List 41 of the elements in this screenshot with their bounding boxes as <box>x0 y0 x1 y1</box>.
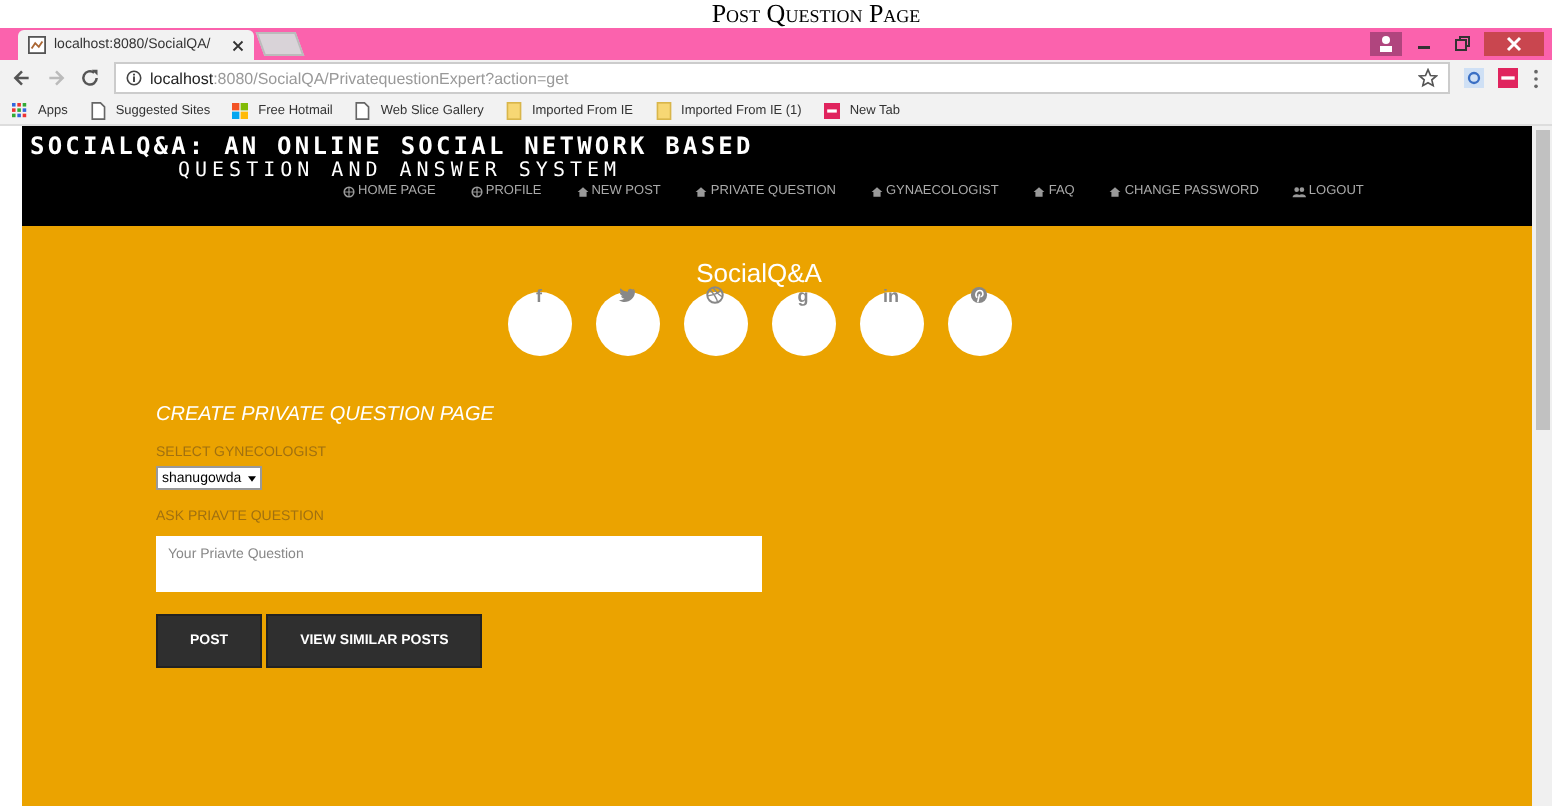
extension-icon[interactable] <box>1464 68 1484 88</box>
home-icon <box>1032 185 1047 197</box>
folder-icon <box>505 101 522 119</box>
apps-grid-icon <box>12 101 28 119</box>
page-icon <box>89 101 106 119</box>
globe-icon <box>469 185 484 197</box>
new-tab-icon <box>823 101 840 119</box>
menu-icon[interactable] <box>1532 67 1540 89</box>
site-title: SOCIALQ&A: AN ONLINE SOCIAL NETWORK BASED <box>30 134 756 160</box>
page-icon <box>354 101 371 119</box>
page-caption: Post Question Page <box>709 0 921 28</box>
home-icon <box>575 185 590 197</box>
social-link[interactable]: f <box>507 292 571 356</box>
social-link[interactable] <box>947 292 1011 356</box>
close-icon[interactable] <box>232 39 244 51</box>
star-icon[interactable] <box>1418 68 1438 88</box>
info-icon <box>126 70 142 86</box>
home-icon <box>869 185 884 197</box>
back-icon[interactable] <box>12 68 32 88</box>
reload-icon[interactable] <box>80 68 100 88</box>
site-subtitle: QUESTION AND ANSWER SYSTEM <box>178 160 622 182</box>
home-icon <box>1108 185 1123 197</box>
scrollbar[interactable] <box>1532 126 1552 806</box>
dribbble-ball-icon <box>706 286 724 304</box>
caret-icon <box>247 475 256 481</box>
bird-icon <box>618 286 636 304</box>
windows-logo-icon <box>232 101 249 119</box>
folder-icon <box>655 101 672 119</box>
social-link[interactable]: in <box>859 292 923 356</box>
form-heading: CREATE PRIVATE QUESTION PAGE <box>156 404 494 426</box>
address-field[interactable]: localhost:8080/SocialQA/PrivatequestionExpert?action=get <box>114 62 1450 94</box>
social-link[interactable]: g <box>771 292 835 356</box>
page-icon <box>28 36 46 54</box>
social-link[interactable] <box>595 292 659 356</box>
pin-icon <box>970 286 988 304</box>
home-icon <box>694 185 709 197</box>
extension-icon[interactable] <box>1498 68 1518 88</box>
brand-name: SocialQ&A <box>696 258 822 288</box>
globe-icon <box>342 185 356 197</box>
users-icon <box>1292 185 1307 197</box>
user-icon[interactable] <box>1370 32 1402 56</box>
